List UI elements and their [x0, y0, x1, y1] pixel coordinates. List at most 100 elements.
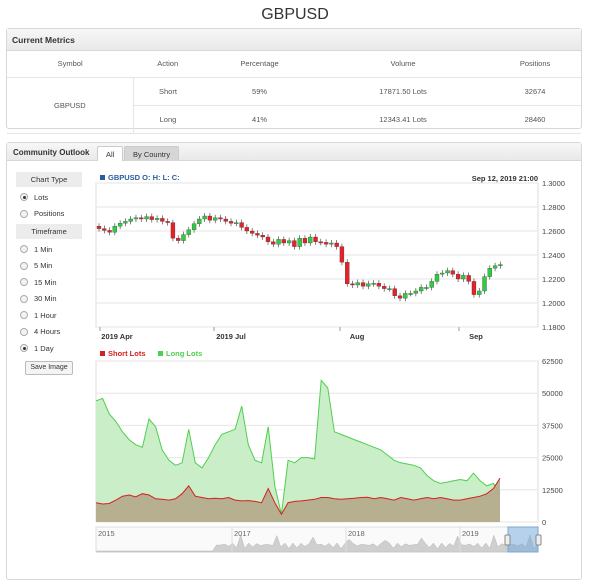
candle-body [339, 246, 345, 263]
y-tick-label: 37500 [542, 421, 563, 430]
candle-body [313, 236, 318, 242]
candle-body [218, 217, 223, 220]
candle-body [387, 288, 392, 290]
candle-body [403, 293, 408, 299]
candle-body [440, 272, 445, 275]
candle-body [234, 222, 239, 224]
navigator-handle-left [504, 534, 511, 546]
candle-body [255, 233, 260, 236]
candle-body [213, 217, 218, 221]
candle-body [360, 282, 366, 287]
candle-body [139, 217, 144, 220]
candle-body [107, 230, 112, 233]
candle-body [455, 274, 461, 280]
candle-body [366, 283, 371, 287]
candle-legend: GBPUSD O: H: L: C: [108, 173, 180, 182]
y-tick-label: 50000 [542, 389, 563, 398]
candle-body [323, 242, 329, 245]
candle-body [112, 226, 117, 233]
candle-body [371, 283, 376, 285]
candle-body [128, 218, 133, 222]
candle-body [265, 236, 271, 242]
candle-body [429, 281, 434, 288]
navigator-label: 2015 [98, 529, 115, 538]
candle-body [176, 238, 181, 241]
candle-body [250, 230, 255, 234]
y-tick-label: 1.2800 [542, 203, 565, 212]
candle-body [376, 283, 382, 287]
candle-body [96, 226, 102, 229]
candle-body [397, 295, 403, 299]
candle-body [318, 241, 323, 244]
y-tick-label: 0 [542, 518, 546, 527]
navigator-handle-right [535, 534, 542, 546]
candle-body [297, 238, 302, 247]
candle-body [355, 282, 360, 286]
y-tick-label: 1.2400 [542, 251, 565, 260]
navigator-selection [507, 526, 539, 553]
candle-body [461, 275, 466, 280]
candle-body [434, 274, 440, 282]
candle-body [102, 228, 107, 231]
candle-body [382, 286, 387, 289]
candle-body [492, 265, 498, 269]
y-tick-label: 12500 [542, 486, 563, 495]
legend-square [100, 175, 105, 180]
candle-body [424, 287, 429, 289]
candle-body [487, 268, 492, 277]
candle-body [154, 218, 160, 220]
navigator-label: 2017 [234, 529, 251, 538]
candle-body [408, 293, 413, 295]
y-tick-label: 1.1800 [542, 323, 565, 332]
candle-body [223, 218, 228, 222]
y-tick-label: 1.3000 [542, 179, 565, 188]
candle-body [329, 242, 334, 245]
candle-body [477, 290, 482, 295]
candle-body [170, 222, 176, 239]
community-outlook-chart: 1.3000 1.2800 1.2600 1.2400 1.2200 1.2000 1.18… [95, 173, 565, 553]
series-legend: Short Lots [108, 349, 146, 358]
y-tick-label: 1.2000 [542, 299, 565, 308]
candle-body [450, 270, 455, 275]
candle-body [207, 215, 213, 221]
candle-body [133, 217, 139, 220]
candle-body [392, 288, 397, 296]
candle-body [471, 281, 477, 295]
candle-body [149, 216, 154, 220]
candle-body [350, 283, 355, 286]
candle-body [302, 238, 308, 244]
candle-body [197, 218, 202, 224]
x-tick-label: 2019 Jul [216, 332, 246, 341]
candle-body [244, 227, 250, 232]
candle-body [191, 223, 197, 230]
candle-body [498, 264, 503, 266]
candle-body [413, 290, 419, 294]
candle-body [345, 262, 350, 284]
navigator-label: 2019 [462, 529, 479, 538]
y-tick-label: 62500 [542, 357, 563, 366]
candle-body [160, 218, 165, 222]
legend-square [100, 351, 105, 356]
candle-body [308, 236, 313, 244]
y-tick-label: 1.2200 [542, 275, 565, 284]
navigator-label: 2018 [348, 529, 365, 538]
candle-body [286, 240, 292, 244]
candle-body [334, 242, 339, 247]
candle-body [117, 223, 123, 227]
x-tick-label: Sep [469, 332, 483, 341]
candle-body [228, 221, 234, 224]
candle-body [466, 275, 471, 282]
x-tick-label: 2019 Apr [101, 332, 132, 341]
candle-body [239, 222, 244, 228]
candle-body [123, 221, 128, 224]
candle-body [202, 215, 207, 220]
candle-body [418, 287, 424, 292]
candle-body [482, 276, 487, 292]
x-tick-label: Aug [350, 332, 365, 341]
candle-body [260, 235, 265, 238]
candle-body [186, 229, 191, 235]
timestamp-label: Sep 12, 2019 21:00 [472, 174, 538, 183]
candle-body [271, 241, 276, 245]
y-tick-label: 25000 [542, 454, 563, 463]
candle-body [281, 239, 286, 244]
